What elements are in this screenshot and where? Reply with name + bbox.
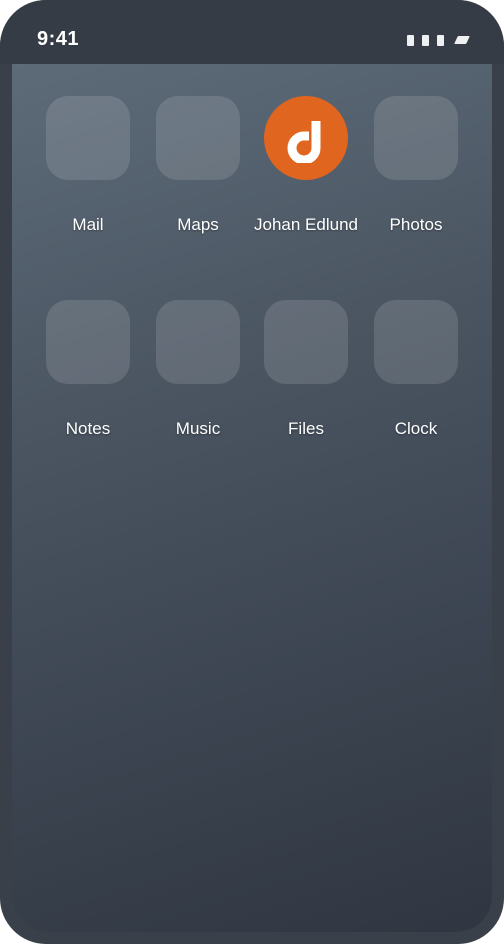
photos-icon[interactable]	[374, 96, 458, 180]
app-label-music: Music	[175, 419, 221, 438]
app-label-clock: Clock	[394, 419, 438, 438]
home-screen: Mail Maps Johan Edlund Photos Notes Musi…	[12, 64, 492, 932]
status-time: 9:41	[37, 28, 80, 50]
mail-icon[interactable]	[46, 96, 130, 180]
app-label-johan-edlund: Johan Edlund	[254, 215, 358, 234]
app-johan-edlund[interactable]: Johan Edlund	[252, 96, 360, 246]
battery-icon	[454, 36, 470, 44]
music-icon[interactable]	[156, 300, 240, 384]
files-icon[interactable]	[264, 300, 348, 384]
johan-edlund-logo-icon[interactable]	[264, 96, 348, 180]
status-indicators	[407, 34, 470, 46]
app-label-notes: Notes	[65, 419, 111, 438]
johan-edlund-logo-mark	[287, 121, 321, 163]
app-label-mail: Mail	[72, 215, 104, 234]
phone-frame: 9:41 Mail Maps Johan Edlund Photos Notes…	[0, 0, 504, 944]
app-maps[interactable]: Maps	[144, 96, 252, 246]
maps-icon[interactable]	[156, 96, 240, 180]
app-music[interactable]: Music	[144, 300, 252, 450]
app-label-files: Files	[288, 419, 324, 438]
status-bar: 9:41	[0, 0, 504, 64]
app-mail[interactable]: Mail	[34, 96, 142, 246]
clock-icon[interactable]	[374, 300, 458, 384]
app-label-photos: Photos	[389, 215, 443, 234]
signal-bars-icon	[437, 34, 444, 46]
signal-bars-icon	[407, 34, 414, 46]
app-notes[interactable]: Notes	[34, 300, 142, 450]
app-files[interactable]: Files	[252, 300, 360, 450]
app-clock[interactable]: Clock	[362, 300, 470, 450]
signal-bars-icon	[422, 34, 429, 46]
notes-icon[interactable]	[46, 300, 130, 384]
app-photos[interactable]: Photos	[362, 96, 470, 246]
app-label-maps: Maps	[177, 215, 219, 234]
